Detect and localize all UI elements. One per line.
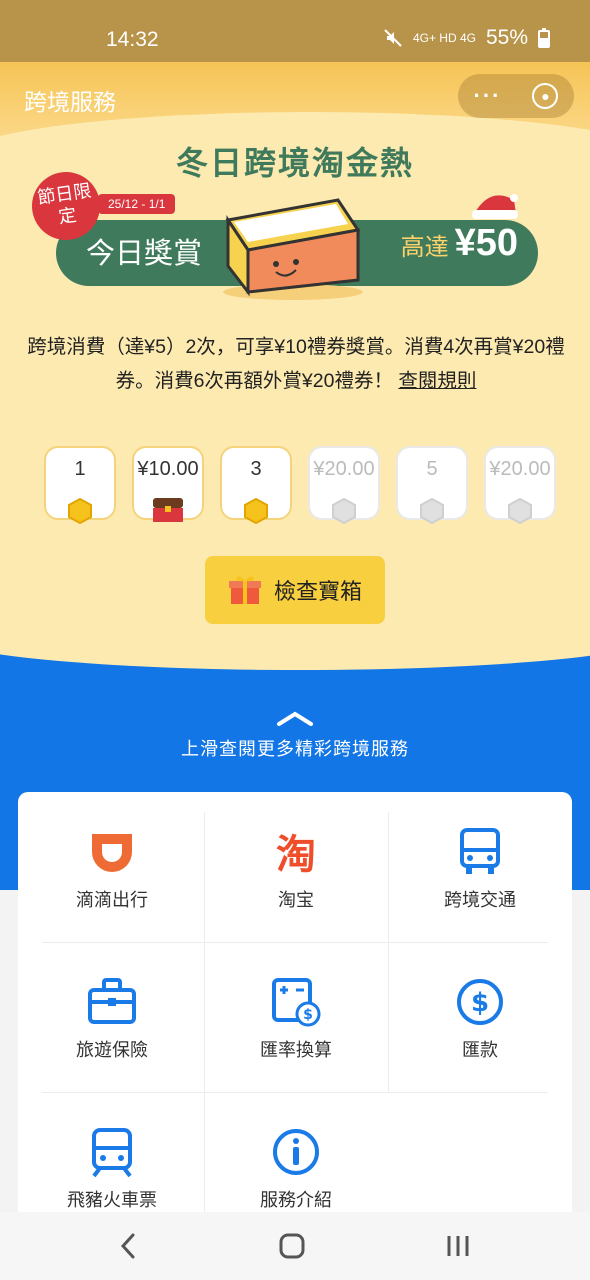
status-time: 14:32	[106, 28, 159, 51]
treasure-chest-icon	[223, 198, 363, 300]
network-status: 4G+ HD 4G	[412, 31, 476, 45]
service-label: 服務介紹	[260, 1190, 332, 1210]
service-travel-insurance[interactable]: 旅遊保險	[20, 942, 204, 1092]
calculator-icon: $	[272, 978, 321, 1027]
service-label: 旅遊保險	[76, 1040, 148, 1060]
svg-text:$: $	[303, 1007, 313, 1023]
step-label: 3	[250, 458, 262, 480]
train-icon	[92, 1128, 132, 1178]
chevron-up-icon[interactable]	[276, 710, 314, 726]
check-chest-label: 檢查寶箱	[273, 579, 362, 604]
service-taobao[interactable]: 淘 淘宝	[204, 792, 388, 942]
taobao-icon: 淘	[276, 832, 316, 878]
back-icon[interactable]	[108, 1230, 148, 1262]
service-cross-border-transport[interactable]: 跨境交通	[388, 792, 572, 942]
step-label: 1	[74, 458, 86, 480]
progress-step-1: 1	[44, 446, 116, 524]
home-icon[interactable]	[272, 1230, 312, 1262]
battery-level: 55%	[485, 26, 528, 49]
max-prefix: 高達	[400, 234, 449, 261]
service-remittance[interactable]: $ 匯款	[388, 942, 572, 1092]
grey-coin-icon	[332, 498, 356, 524]
swipe-hint: 上滑查閱更多精彩跨境服務	[181, 739, 409, 759]
step-label: 5	[426, 458, 438, 480]
chest-icon	[153, 498, 183, 522]
step-label: ¥20.00	[489, 458, 551, 480]
service-introduction[interactable]: 服務介紹	[204, 1092, 388, 1212]
didi-icon	[92, 834, 132, 872]
progress-step-3: 3	[220, 446, 292, 524]
max-reward: 高達 ¥50	[401, 222, 518, 265]
check-chest-button[interactable]: 檢查寶箱	[205, 556, 385, 624]
service-train-ticket[interactable]: 飛豬火車票	[20, 1092, 204, 1212]
bus-icon	[460, 828, 500, 874]
progress-step-4: ¥20.00	[308, 446, 380, 524]
more-dots-icon[interactable]: ···	[474, 83, 502, 109]
svg-text:淘: 淘	[276, 832, 316, 878]
service-label: 滴滴出行	[76, 890, 148, 910]
service-label: 匯率換算	[260, 1040, 332, 1060]
step-label: ¥20.00	[313, 458, 375, 480]
page-title: 跨境服務	[24, 89, 116, 115]
promo-banner: 跨境服務 ··· ● 冬日跨境淘金熱 今日獎賞 高達 ¥50 節日限定 25/1…	[0, 62, 590, 662]
description-text: 跨境消費（達¥5）2次，可享¥10禮券獎賞。消費4次再賞¥20禮券。消費6次再額…	[27, 336, 565, 392]
dollar-circle-icon: $	[457, 979, 503, 1025]
date-range: 25/12 - 1/1	[98, 194, 176, 214]
coin-icon	[244, 498, 268, 524]
info-icon	[273, 1129, 319, 1175]
service-exchange-calculator[interactable]: $ 匯率換算	[204, 942, 388, 1092]
system-nav-bar	[0, 1212, 590, 1280]
rules-link[interactable]: 查閱規則	[398, 370, 476, 392]
gift-icon	[228, 576, 261, 604]
service-label: 跨境交通	[444, 890, 516, 910]
svg-text:$: $	[471, 988, 489, 1018]
services-grid: 滴滴出行 淘 淘宝 跨境交通 旅遊保險 $ 匯率換算 $ 匯款 飛豬火車票 服務…	[18, 792, 572, 1212]
service-label: 飛豬火車票	[67, 1190, 157, 1210]
progress-tracker: 1 ¥10.00 3 ¥20.00 5 ¥20.00	[44, 446, 558, 526]
mute-icon	[384, 29, 402, 47]
promo-description: 跨境消費（達¥5）2次，可享¥10禮券獎賞。消費4次再賞¥20禮券。消費6次再額…	[26, 330, 566, 398]
status-icons: 4G+ HD 4G 55%	[383, 26, 550, 50]
briefcase-icon	[88, 978, 136, 1024]
status-bar: 14:32 4G+ HD 4G 55%	[0, 0, 590, 62]
recent-apps-icon[interactable]	[438, 1230, 478, 1262]
service-label: 淘宝	[278, 890, 314, 910]
santa-hat-icon	[472, 194, 518, 219]
step-label: ¥10.00	[137, 458, 199, 480]
battery-icon	[538, 28, 550, 48]
grey-coin-icon	[508, 498, 532, 524]
service-didi[interactable]: 滴滴出行	[20, 792, 204, 942]
coin-icon	[68, 498, 92, 524]
blue-wave	[0, 640, 590, 670]
event-title: 冬日跨境淘金熱	[175, 145, 414, 181]
max-value: ¥50	[454, 222, 518, 264]
grey-coin-icon	[420, 498, 444, 524]
progress-step-6: ¥20.00	[484, 446, 556, 524]
service-label: 匯款	[462, 1040, 498, 1060]
close-circle-icon[interactable]: ●	[532, 83, 559, 109]
progress-step-2: ¥10.00	[132, 446, 204, 522]
mini-program-capsule[interactable]: ··· ●	[458, 74, 574, 118]
progress-step-5: 5	[396, 446, 468, 524]
today-reward-label: 今日獎賞	[86, 238, 203, 270]
